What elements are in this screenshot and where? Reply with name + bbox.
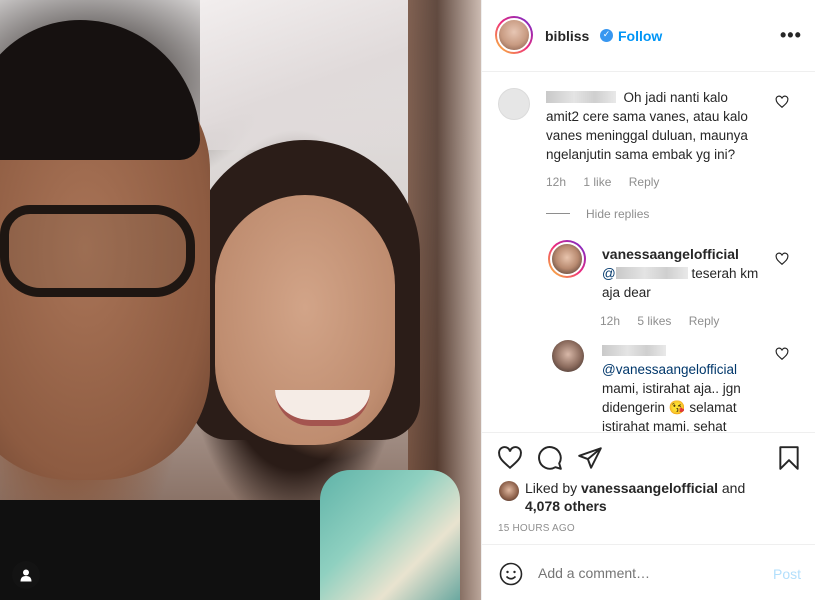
likes-count[interactable]: 4,078 others — [525, 498, 607, 514]
reply-item-2: @vanessaangelofficial mami, istirahat aj… — [602, 341, 762, 431]
post-actions: Liked by vanessaangelofficial and 4,078 … — [482, 432, 815, 544]
liker-username[interactable]: vanessaangelofficial — [581, 480, 718, 496]
reply-mention[interactable]: @ — [602, 266, 688, 281]
post-side-panel: bibliss ✓ Follow ••• Oh jadi nanti kalo … — [481, 0, 815, 600]
user-tag-icon[interactable] — [12, 561, 40, 589]
author-avatar[interactable] — [495, 16, 533, 54]
comment-likes[interactable]: 1 like — [583, 175, 611, 189]
more-options-icon[interactable]: ••• — [780, 25, 802, 46]
add-comment-bar: Post — [482, 544, 815, 600]
share-icon[interactable] — [577, 445, 603, 471]
commenter-avatar[interactable] — [498, 88, 530, 120]
author-username[interactable]: bibliss — [545, 28, 589, 44]
photo-man-shirt — [0, 500, 330, 600]
reply2-text: mami, istirahat aja.. jgn didengerin 😘 s… — [602, 381, 741, 431]
photo-man-hair — [0, 20, 200, 160]
reply-reply-button[interactable]: Reply — [689, 314, 720, 328]
hide-replies-button[interactable]: Hide replies — [546, 207, 649, 221]
post-photo[interactable] — [0, 0, 481, 600]
comment-reply-button[interactable]: Reply — [629, 175, 660, 189]
comments-section[interactable]: Oh jadi nanti kalo amit2 cere sama vanes… — [482, 73, 815, 431]
post-comment-button[interactable]: Post — [773, 566, 801, 582]
bookmark-icon[interactable] — [776, 445, 802, 471]
comment-like-heart-icon[interactable] — [775, 95, 789, 109]
liked-by-and: and — [721, 480, 746, 496]
reply-avatar-2[interactable] — [552, 340, 584, 372]
reply-item: vanessaangelofficial @ teserah km aja de… — [600, 245, 762, 328]
comment-input[interactable] — [538, 565, 758, 581]
reply-username-blurred[interactable] — [602, 345, 666, 356]
comment-item: Oh jadi nanti kalo amit2 cere sama vanes… — [546, 88, 761, 189]
verified-badge-icon: ✓ — [600, 29, 613, 42]
liker-avatar[interactable] — [499, 481, 519, 501]
photo-glasses — [0, 205, 195, 297]
heart-icon[interactable] — [497, 445, 523, 471]
follow-button[interactable]: Follow — [618, 28, 662, 44]
liked-by-prefix: Liked by — [525, 480, 578, 496]
reply-avatar-vanessa[interactable] — [548, 240, 586, 278]
comment-icon[interactable] — [537, 445, 563, 471]
reply2-like-heart-icon[interactable] — [775, 347, 789, 361]
reply2-mention[interactable]: @vanessaangelofficial — [602, 362, 737, 377]
reply-likes[interactable]: 5 likes — [637, 314, 671, 328]
reply-time[interactable]: 12h — [600, 314, 620, 328]
commenter-username-blurred[interactable] — [546, 91, 616, 103]
photo-woman-shirt — [320, 470, 460, 600]
emoji-icon[interactable] — [499, 562, 523, 586]
comment-time[interactable]: 12h — [546, 175, 566, 189]
reply-username[interactable]: vanessaangelofficial — [602, 246, 739, 262]
post-header: bibliss ✓ Follow ••• — [482, 0, 815, 72]
reply-like-heart-icon[interactable] — [775, 252, 789, 266]
post-timestamp[interactable]: 15 HOURS AGO — [498, 523, 575, 534]
